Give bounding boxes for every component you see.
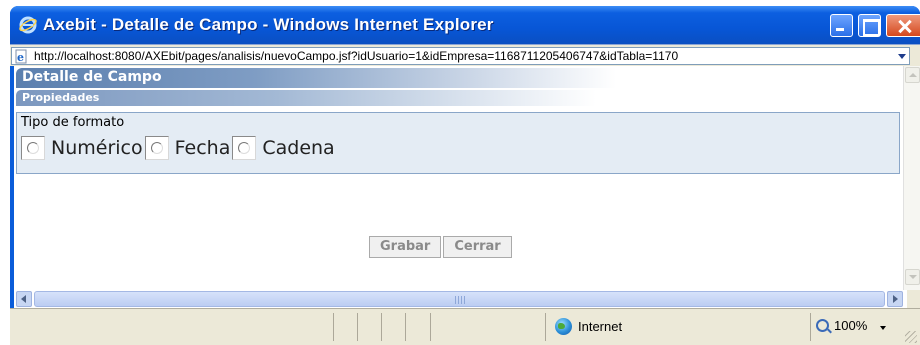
resize-grip-icon[interactable]: [905, 331, 917, 343]
status-divider: [405, 313, 406, 341]
status-divider: [381, 313, 382, 341]
scroll-thumb[interactable]: [34, 291, 885, 307]
grip-icon: [455, 296, 465, 304]
scroll-up-icon[interactable]: [905, 67, 920, 83]
maximize-button[interactable]: [858, 14, 881, 37]
radio-cadena[interactable]: [232, 136, 257, 160]
zoom-control[interactable]: 100%: [816, 318, 867, 333]
browser-window: Axebit - Detalle de Campo - Windows Inte…: [10, 6, 920, 345]
status-divider: [357, 313, 358, 341]
status-divider: [430, 313, 431, 341]
magnifier-icon: [816, 319, 829, 332]
section-title: Propiedades: [22, 91, 100, 104]
globe-icon: [555, 318, 572, 335]
scroll-down-icon[interactable]: [905, 269, 920, 285]
status-divider: [333, 313, 334, 341]
horizontal-scrollbar[interactable]: [10, 290, 920, 308]
address-bar: e http://localhost:8080/AXEbit/pages/ana…: [10, 44, 920, 66]
url-dropdown-button[interactable]: [895, 47, 910, 65]
url-text: http://localhost:8080/AXEbit/pages/anali…: [34, 49, 679, 63]
scroll-left-icon[interactable]: [16, 291, 32, 307]
format-type-fieldset: Tipo de formato Numérico Fecha Cadena: [16, 112, 900, 174]
url-field[interactable]: e http://localhost:8080/AXEbit/pages/ana…: [11, 47, 906, 65]
radio-label-numerico: Numérico: [51, 137, 143, 159]
fieldset-legend: Tipo de formato: [21, 115, 125, 130]
close-button[interactable]: [886, 14, 920, 37]
status-divider: [545, 313, 546, 341]
minimize-button[interactable]: [830, 14, 853, 37]
radio-label-cadena: Cadena: [262, 137, 335, 159]
radio-label-fecha: Fecha: [174, 137, 231, 159]
security-zone[interactable]: Internet: [555, 318, 622, 335]
close-dialog-button[interactable]: Cerrar: [443, 236, 512, 258]
ie-icon: [19, 16, 37, 34]
page-content: Detalle de Campo Propiedades Tipo de for…: [10, 66, 903, 290]
zone-label: Internet: [578, 319, 623, 334]
page-title: Detalle de Campo: [22, 69, 162, 85]
status-bar: Internet 100%: [10, 308, 920, 345]
zoom-level: 100%: [834, 318, 868, 333]
radio-numerico[interactable]: [21, 136, 45, 160]
scroll-corner: [907, 290, 920, 308]
page-icon: e: [15, 49, 27, 64]
section-header: Propiedades: [16, 90, 596, 106]
svg-text:e: e: [17, 51, 24, 64]
action-buttons: Grabar Cerrar: [369, 236, 514, 258]
window-title: Axebit - Detalle de Campo - Windows Inte…: [43, 15, 494, 34]
save-button[interactable]: Grabar: [369, 236, 442, 258]
status-divider: [810, 313, 811, 341]
zoom-dropdown-icon[interactable]: [880, 326, 886, 330]
scroll-right-icon[interactable]: [887, 291, 903, 307]
vertical-scrollbar[interactable]: [903, 66, 920, 290]
radio-fecha[interactable]: [144, 136, 169, 160]
title-bar[interactable]: Axebit - Detalle de Campo - Windows Inte…: [10, 6, 920, 44]
page-header: Detalle de Campo: [16, 68, 616, 88]
format-options: Numérico Fecha Cadena: [21, 135, 337, 161]
